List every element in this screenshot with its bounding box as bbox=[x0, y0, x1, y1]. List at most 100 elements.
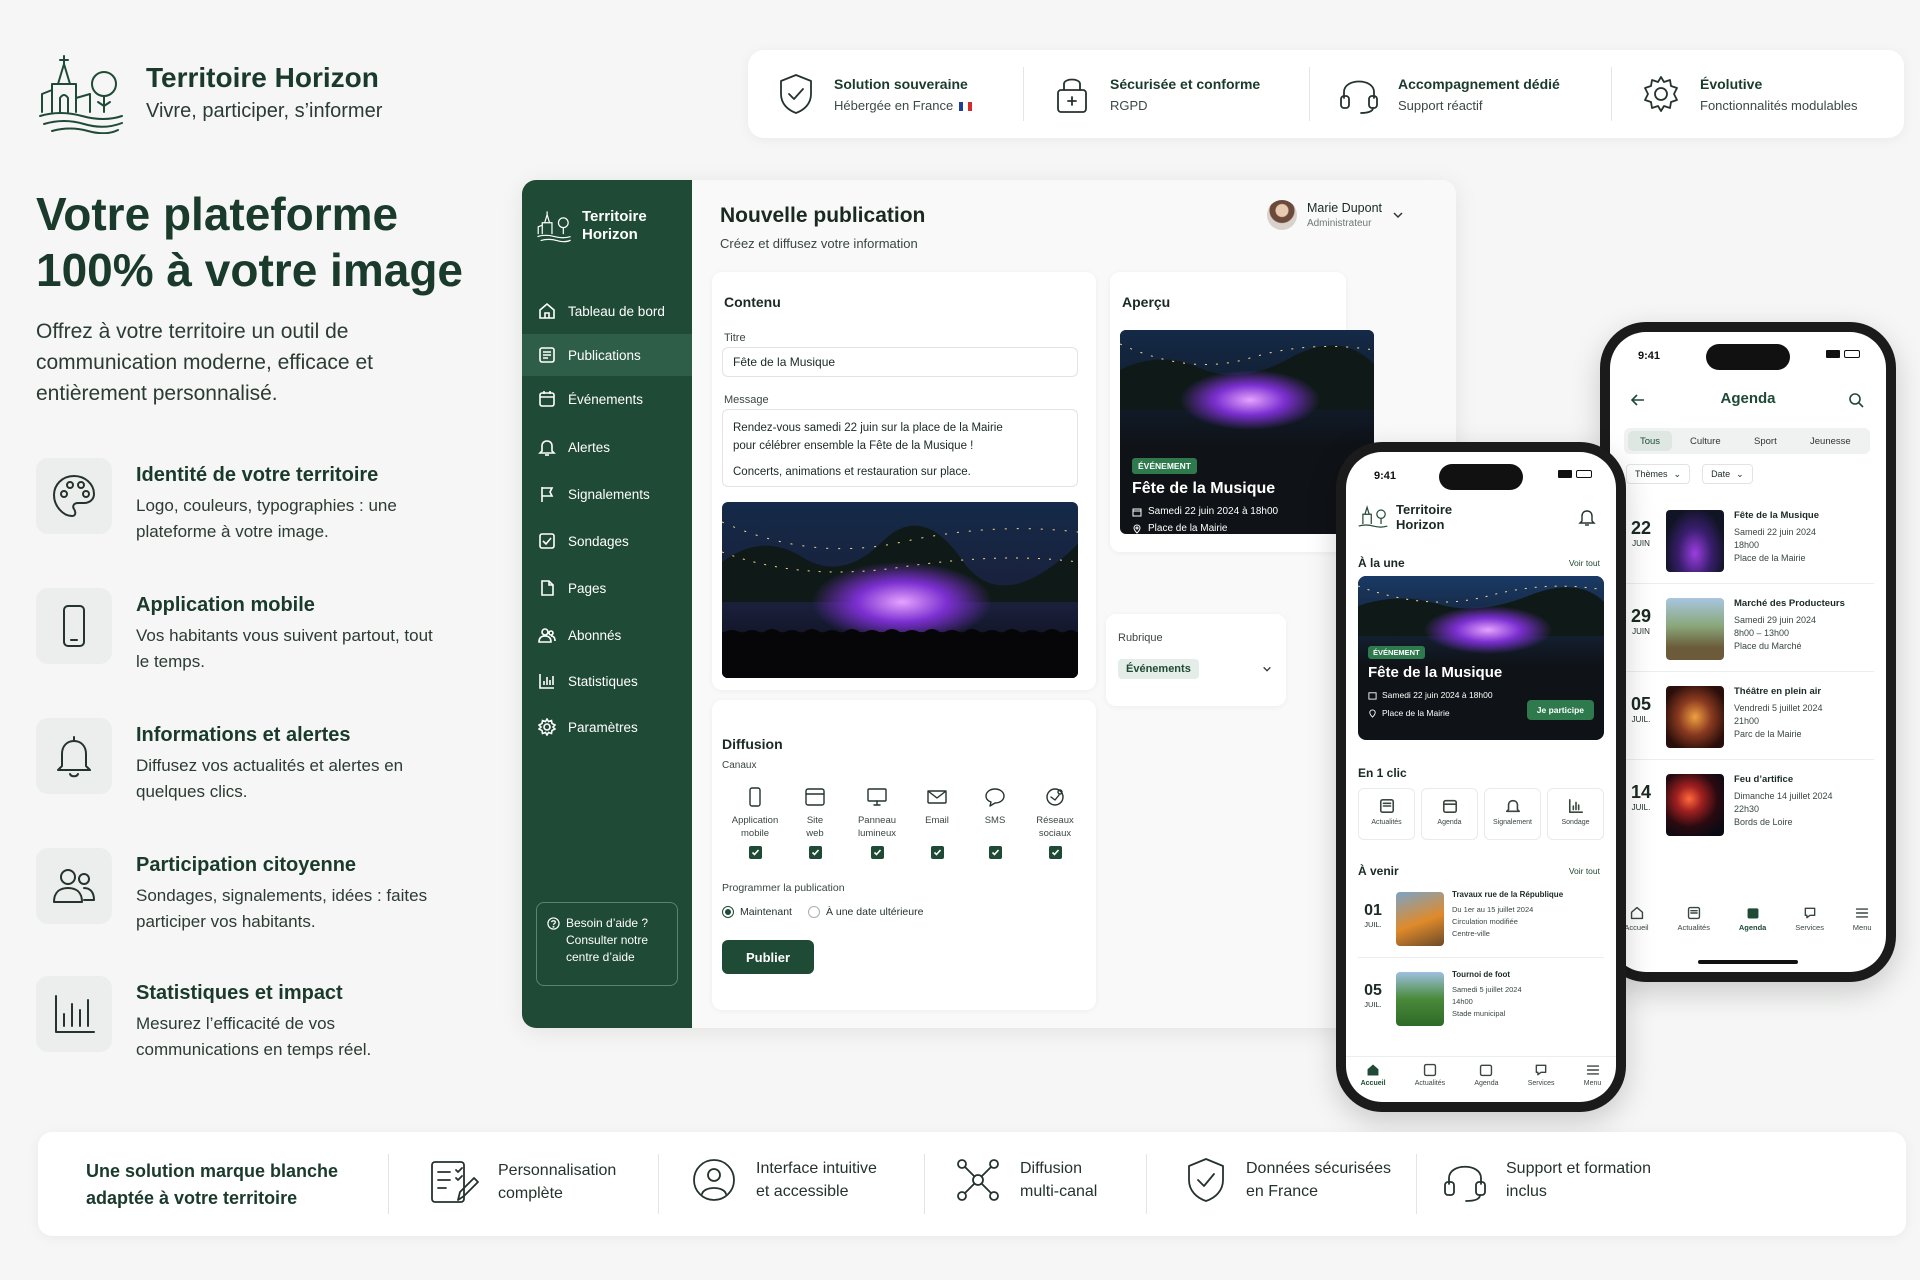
tab-actualites[interactable]: Actualités bbox=[1415, 1063, 1445, 1096]
hero-subtitle: Offrez à votre territoire un outil de co… bbox=[36, 320, 373, 405]
tab-agenda[interactable]: Agenda bbox=[1739, 906, 1766, 956]
sidebar-item-evenements[interactable]: Événements bbox=[522, 378, 692, 420]
quick-sondage[interactable]: Sondage bbox=[1547, 788, 1604, 840]
sidebar-item-signalements[interactable]: Signalements bbox=[522, 473, 692, 515]
top-feature-title: Solution souveraine bbox=[834, 75, 968, 92]
smartphone-icon bbox=[63, 605, 85, 647]
channel-reseaux[interactable]: Réseaux sociaux bbox=[1028, 786, 1082, 859]
rubrique-label: Rubrique bbox=[1118, 632, 1163, 644]
channel-email[interactable]: Email bbox=[910, 786, 964, 859]
channel-checkbox[interactable] bbox=[1048, 846, 1062, 859]
top-feature-sub: RGPD bbox=[1110, 97, 1148, 113]
tab-services[interactable]: Services bbox=[1528, 1063, 1555, 1096]
hero-title: Votre plateforme 100% à votre image bbox=[36, 188, 464, 296]
top-feature-title: Accompagnement dédié bbox=[1398, 75, 1560, 92]
sidebar-item-label: Tableau de bord bbox=[568, 303, 665, 319]
quick-actualites[interactable]: Actualités bbox=[1358, 788, 1415, 840]
bell-icon bbox=[57, 736, 91, 778]
smartphone-icon bbox=[749, 787, 761, 807]
filter-culture[interactable]: Culture bbox=[1690, 431, 1721, 451]
sidebar-item-parametres[interactable]: Paramètres bbox=[522, 706, 692, 748]
chevron-down-icon bbox=[1263, 666, 1271, 672]
feature-participation: Participation citoyenne Sondages, signal… bbox=[36, 848, 436, 935]
sidebar: Territoire Horizon Tableau de bord Public… bbox=[522, 180, 692, 1028]
channel-checkbox[interactable] bbox=[748, 846, 762, 859]
tab-accueil[interactable]: Accueil bbox=[1624, 906, 1649, 956]
channel-checkbox[interactable] bbox=[988, 846, 1002, 859]
sidebar-item-label: Publications bbox=[568, 347, 641, 363]
help-center-box[interactable]: Besoin d’aide ? Consulter notre centre d… bbox=[536, 902, 678, 986]
schedule-label: Programmer la publication bbox=[722, 882, 845, 894]
radio-later[interactable]: À une date ultérieure bbox=[807, 906, 923, 918]
chevron-down-icon bbox=[1393, 212, 1403, 219]
feature-title: Application mobile bbox=[136, 594, 315, 616]
french-flag-icon bbox=[958, 101, 972, 111]
channel-checkbox[interactable] bbox=[808, 846, 822, 859]
tab-actualites[interactable]: Actualités bbox=[1677, 906, 1710, 956]
upcoming-item[interactable]: 05 JUIL. Tournoi de foot Samedi 5 juillet… bbox=[1358, 962, 1604, 1038]
user-menu[interactable]: Marie Dupont Administrateur bbox=[1266, 200, 1404, 230]
sidebar-item-tableau-de-bord[interactable]: Tableau de bord bbox=[522, 290, 692, 332]
tab-menu[interactable]: Menu bbox=[1584, 1063, 1601, 1096]
channel-sms[interactable]: SMS bbox=[968, 786, 1022, 859]
filter-sport[interactable]: Sport bbox=[1754, 431, 1777, 451]
tab-menu[interactable]: Menu bbox=[1853, 906, 1872, 956]
participate-button[interactable]: Je participe bbox=[1526, 700, 1594, 720]
rubrique-card: Rubrique Événements bbox=[1106, 614, 1286, 706]
tab-services[interactable]: Services bbox=[1795, 906, 1824, 956]
channel-checkbox[interactable] bbox=[930, 846, 944, 859]
search-icon[interactable] bbox=[1848, 392, 1864, 408]
sidebar-item-alertes[interactable]: Alertes bbox=[522, 426, 692, 468]
channel-site-web[interactable]: Site web bbox=[788, 786, 842, 859]
help-link[interactable]: Consulter notre centre d’aide bbox=[547, 932, 667, 966]
feature-statistiques: Statistiques et impact Mesurez l’efficac… bbox=[36, 976, 436, 1063]
upcoming-item[interactable]: 01 JUIL. Travaux rue de la République Du … bbox=[1358, 882, 1604, 958]
channel-checkbox[interactable] bbox=[870, 846, 884, 859]
publish-button[interactable]: Publier bbox=[722, 940, 814, 974]
featured-event-card[interactable]: ÉVÉNEMENT Fête de la Musique Samedi 22 j… bbox=[1358, 576, 1604, 740]
newspaper-icon bbox=[1379, 798, 1394, 814]
feature-identite: Identité de votre territoire Logo, coule… bbox=[36, 458, 436, 545]
radio-now[interactable]: Maintenant bbox=[722, 906, 792, 918]
upcoming-see-all[interactable]: Voir tout bbox=[1569, 866, 1600, 876]
agenda-event[interactable]: 22 JUIN Fête de la Musique Samedi 22 juin… bbox=[1624, 504, 1874, 584]
sidebar-item-abonnes[interactable]: Abonnés bbox=[522, 614, 692, 656]
sidebar-item-publications[interactable]: Publications bbox=[522, 334, 692, 376]
top-feature-sub: Hébergée en France bbox=[834, 97, 954, 113]
channel-panneau[interactable]: Panneau lumineux bbox=[850, 786, 904, 859]
sidebar-item-sondages[interactable]: Sondages bbox=[522, 520, 692, 562]
bar-chart-icon bbox=[1568, 798, 1583, 814]
phone-home: 9:41 Territoire Horizon À la une Voir tou… bbox=[1336, 442, 1626, 1112]
date-dropdown[interactable]: Date ⌄ bbox=[1702, 464, 1753, 484]
sidebar-item-pages[interactable]: Pages bbox=[522, 567, 692, 609]
bell-icon[interactable] bbox=[1578, 508, 1596, 526]
themes-dropdown[interactable]: Thèmes ⌄ bbox=[1626, 464, 1691, 484]
filter-tous[interactable]: Tous bbox=[1628, 431, 1672, 451]
message-textarea[interactable]: Rendez-vous samedi 22 juin sur la place … bbox=[722, 409, 1078, 487]
sidebar-item-statistiques[interactable]: Statistiques bbox=[522, 660, 692, 702]
agenda-event[interactable]: 14 JUIL. Feu d’artifice Dimanche 14 juill… bbox=[1624, 768, 1874, 848]
gear-icon bbox=[538, 718, 556, 736]
filter-jeunesse[interactable]: Jeunesse bbox=[1810, 431, 1851, 451]
rubrique-select[interactable]: Événements bbox=[1118, 654, 1278, 684]
see-all-link[interactable]: Voir tout bbox=[1569, 558, 1600, 568]
event-thumbnail bbox=[1666, 598, 1724, 660]
quick-signalement[interactable]: Signalement bbox=[1484, 788, 1541, 840]
event-thumbnail bbox=[1396, 892, 1444, 946]
agenda-title: Agenda bbox=[1720, 390, 1776, 407]
diffusion-heading: Diffusion bbox=[722, 736, 783, 752]
tab-accueil[interactable]: Accueil bbox=[1361, 1063, 1386, 1096]
quick-agenda[interactable]: Agenda bbox=[1421, 788, 1478, 840]
agenda-event[interactable]: 29 JUIN Marché des Producteurs Samedi 29 … bbox=[1624, 592, 1874, 672]
event-thumbnail bbox=[1396, 972, 1444, 1026]
top-feature-evolutive: Évolutive Fonctionnalités modulables bbox=[1612, 67, 1902, 121]
title-input[interactable]: Fête de la Musique bbox=[722, 347, 1078, 377]
tab-agenda[interactable]: Agenda bbox=[1474, 1063, 1498, 1096]
checkbox-icon bbox=[539, 533, 555, 549]
calendar-icon bbox=[1442, 799, 1457, 814]
brand-name: Territoire Horizon bbox=[146, 61, 379, 93]
user-circle-icon bbox=[693, 1159, 735, 1201]
channel-application[interactable]: Application mobile bbox=[728, 786, 782, 859]
agenda-event[interactable]: 05 JUIL. Théâtre en plein air Vendredi 5 … bbox=[1624, 680, 1874, 760]
newspaper-icon bbox=[1423, 1063, 1437, 1077]
